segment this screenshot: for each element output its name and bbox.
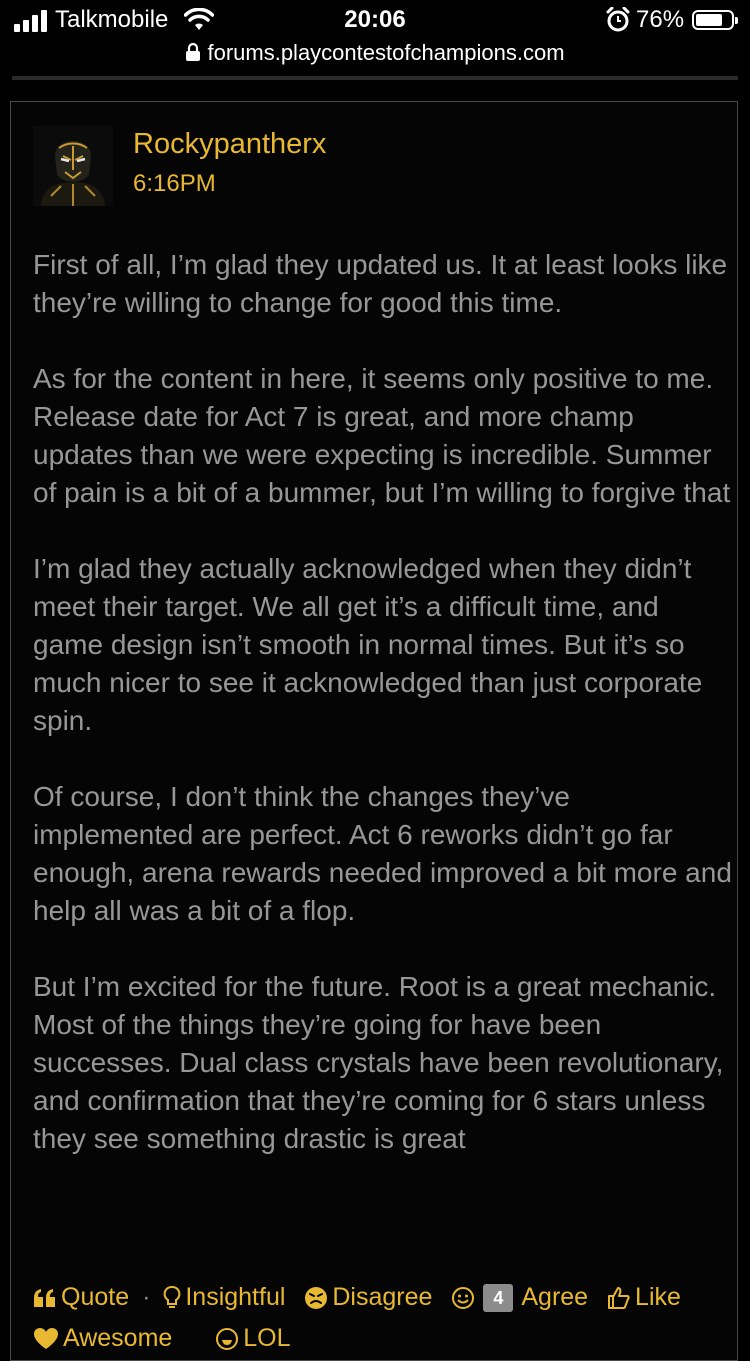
lightbulb-icon — [164, 1285, 181, 1308]
insightful-label: Insightful — [185, 1283, 286, 1312]
laugh-icon — [216, 1328, 239, 1351]
awesome-button[interactable]: Awesome — [33, 1324, 179, 1352]
separator: · — [142, 1282, 151, 1311]
battery-icon — [692, 10, 738, 30]
quote-label: Quote — [61, 1283, 130, 1312]
awesome-label: Awesome — [63, 1324, 173, 1352]
lol-label: LOL — [243, 1324, 291, 1352]
quote-icon — [34, 1288, 55, 1307]
paragraph: I’m glad they actually acknowledged when… — [33, 553, 703, 736]
quote-button[interactable]: Quote — [33, 1282, 136, 1312]
paragraph: But I’m excited for the future. Root is … — [33, 971, 724, 1154]
reaction-bar-second-row: Awesome LOL — [33, 1324, 291, 1353]
url-text: forums.playcontestofchampions.com — [207, 40, 565, 65]
heart-icon — [34, 1328, 58, 1350]
disagree-face-icon — [305, 1286, 328, 1309]
post-body: First of all, I’m glad they updated us. … — [33, 246, 733, 1196]
lock-icon — [186, 42, 201, 61]
thumbs-up-icon — [608, 1286, 630, 1309]
status-bar: Talkmobile 20:06 76% — [0, 0, 750, 40]
agree-label: Agree — [521, 1283, 589, 1312]
lol-button[interactable]: LOL — [215, 1324, 291, 1352]
disagree-button[interactable]: Disagree — [304, 1282, 439, 1312]
battery-percent: 76% — [636, 6, 685, 33]
agree-count-badge: 4 — [483, 1283, 514, 1312]
alarm-icon — [606, 7, 630, 32]
paragraph: First of all, I’m glad they updated us. … — [33, 249, 728, 318]
author-name[interactable]: Rockypantherx — [133, 128, 326, 161]
divider — [12, 76, 738, 80]
smiley-icon — [452, 1286, 475, 1309]
paragraph: As for the content in here, it seems onl… — [33, 363, 731, 508]
insightful-button[interactable]: Insightful — [163, 1282, 292, 1312]
disagree-label: Disagree — [332, 1283, 433, 1312]
paragraph: Of course, I don’t think the changes the… — [33, 781, 732, 926]
like-button[interactable]: Like — [607, 1282, 681, 1312]
reaction-bar: Quote · Insightful Disagree 4 Agree Like — [33, 1282, 733, 1312]
address-bar[interactable]: forums.playcontestofchampions.com — [0, 40, 750, 68]
agree-button[interactable]: 4 Agree — [451, 1282, 595, 1312]
avatar[interactable] — [33, 126, 113, 206]
post-time[interactable]: 6:16PM — [133, 170, 216, 198]
like-label: Like — [635, 1283, 681, 1312]
forum-post: Rockypantherx 6:16PM First of all, I’m g… — [10, 101, 738, 1361]
